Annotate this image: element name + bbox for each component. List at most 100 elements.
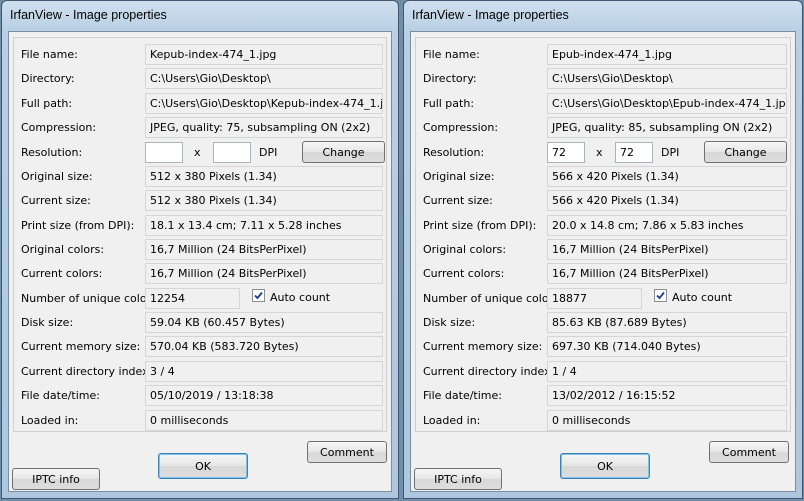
auto-count-label[interactable]: Auto count bbox=[270, 291, 330, 304]
full-path-label: Full path: bbox=[423, 97, 475, 110]
unique-colors-label: Number of unique colors: bbox=[423, 292, 563, 305]
dialog-client: File name: Epub-index-474_1.jpg Director… bbox=[410, 31, 796, 492]
dir-index-value[interactable]: 3 / 4 bbox=[145, 361, 383, 382]
unique-colors-value[interactable]: 18877 bbox=[547, 288, 642, 309]
current-colors-value[interactable]: 16,7 Million (24 BitsPerPixel) bbox=[145, 263, 383, 284]
row-original-size: Original size: 512 x 380 Pixels (1.34) bbox=[14, 166, 386, 188]
resolution-x-input[interactable]: 72 bbox=[547, 142, 585, 163]
original-colors-label: Original colors: bbox=[423, 243, 507, 256]
directory-value[interactable]: C:\Users\Gio\Desktop\ bbox=[145, 68, 383, 89]
current-colors-value[interactable]: 16,7 Million (24 BitsPerPixel) bbox=[547, 263, 787, 284]
dpi-label: DPI bbox=[661, 146, 680, 159]
file-name-value[interactable]: Epub-index-474_1.jpg bbox=[547, 44, 787, 65]
current-size-value[interactable]: 566 x 420 Pixels (1.34) bbox=[547, 190, 787, 211]
memory-size-value[interactable]: 697.30 KB (714.040 Bytes) bbox=[547, 336, 787, 357]
resolution-y-input[interactable] bbox=[213, 142, 251, 163]
original-size-value[interactable]: 566 x 420 Pixels (1.34) bbox=[547, 166, 787, 187]
compression-value[interactable]: JPEG, quality: 85, subsampling ON (2x2) bbox=[547, 117, 787, 138]
row-dir-index: Current directory index: 1 / 4 bbox=[416, 361, 790, 383]
original-colors-value[interactable]: 16,7 Million (24 BitsPerPixel) bbox=[547, 239, 787, 260]
current-colors-label: Current colors: bbox=[21, 267, 103, 280]
print-size-value[interactable]: 20.0 x 14.8 cm; 7.86 x 5.83 inches bbox=[547, 215, 787, 236]
file-date-label: File date/time: bbox=[21, 389, 100, 402]
compression-value[interactable]: JPEG, quality: 75, subsampling ON (2x2) bbox=[145, 117, 383, 138]
print-size-value[interactable]: 18.1 x 13.4 cm; 7.11 x 5.28 inches bbox=[145, 215, 383, 236]
full-path-value[interactable]: C:\Users\Gio\Desktop\Kepub-index-474_1.j… bbox=[145, 93, 383, 114]
row-loaded-in: Loaded in: 0 milliseconds bbox=[14, 410, 386, 432]
iptc-info-button[interactable]: IPTC info bbox=[414, 468, 502, 490]
current-size-value[interactable]: 512 x 380 Pixels (1.34) bbox=[145, 190, 383, 211]
row-original-size: Original size: 566 x 420 Pixels (1.34) bbox=[416, 166, 790, 188]
row-current-size: Current size: 566 x 420 Pixels (1.34) bbox=[416, 190, 790, 212]
title-bar[interactable]: IrfanView - Image properties bbox=[404, 1, 802, 31]
row-print-size: Print size (from DPI): 20.0 x 14.8 cm; 7… bbox=[416, 215, 790, 237]
resolution-x-sep: x bbox=[194, 146, 201, 159]
auto-count-checkbox[interactable] bbox=[252, 289, 265, 302]
resolution-y-input[interactable]: 72 bbox=[615, 142, 653, 163]
row-file-name: File name: Epub-index-474_1.jpg bbox=[416, 44, 790, 66]
disk-size-label: Disk size: bbox=[423, 316, 476, 329]
file-name-value[interactable]: Kepub-index-474_1.jpg bbox=[145, 44, 383, 65]
change-button[interactable]: Change bbox=[704, 141, 787, 163]
row-unique-colors: Number of unique colors: 12254 Auto coun… bbox=[14, 288, 386, 310]
original-colors-value[interactable]: 16,7 Million (24 BitsPerPixel) bbox=[145, 239, 383, 260]
change-button[interactable]: Change bbox=[302, 141, 385, 163]
memory-size-label: Current memory size: bbox=[423, 340, 543, 353]
row-compression: Compression: JPEG, quality: 75, subsampl… bbox=[14, 117, 386, 139]
directory-label: Directory: bbox=[423, 72, 477, 85]
row-disk-size: Disk size: 85.63 KB (87.689 Bytes) bbox=[416, 312, 790, 334]
row-directory: Directory: C:\Users\Gio\Desktop\ bbox=[416, 68, 790, 90]
ok-button[interactable]: OK bbox=[158, 453, 248, 479]
row-file-date: File date/time: 13/02/2012 / 16:15:52 bbox=[416, 385, 790, 407]
row-full-path: Full path: C:\Users\Gio\Desktop\Epub-ind… bbox=[416, 93, 790, 115]
current-size-label: Current size: bbox=[21, 194, 91, 207]
auto-count-checkbox[interactable] bbox=[654, 289, 667, 302]
comment-button[interactable]: Comment bbox=[307, 441, 387, 463]
properties-group: File name: Epub-index-474_1.jpg Director… bbox=[415, 37, 791, 432]
full-path-value[interactable]: C:\Users\Gio\Desktop\Epub-index-474_1.jp… bbox=[547, 93, 787, 114]
original-size-value[interactable]: 512 x 380 Pixels (1.34) bbox=[145, 166, 383, 187]
row-directory: Directory: C:\Users\Gio\Desktop\ bbox=[14, 68, 386, 90]
comment-button[interactable]: Comment bbox=[709, 441, 789, 463]
title-bar[interactable]: IrfanView - Image properties bbox=[2, 1, 398, 31]
loaded-in-value[interactable]: 0 milliseconds bbox=[145, 410, 383, 431]
image-properties-window-left: IrfanView - Image properties File name: … bbox=[1, 0, 399, 499]
row-current-colors: Current colors: 16,7 Million (24 BitsPer… bbox=[416, 263, 790, 285]
disk-size-value[interactable]: 59.04 KB (60.457 Bytes) bbox=[145, 312, 383, 333]
auto-count-label[interactable]: Auto count bbox=[672, 291, 732, 304]
loaded-in-label: Loaded in: bbox=[423, 414, 481, 427]
iptc-info-button[interactable]: IPTC info bbox=[12, 468, 100, 490]
row-dir-index: Current directory index: 3 / 4 bbox=[14, 361, 386, 383]
row-loaded-in: Loaded in: 0 milliseconds bbox=[416, 410, 790, 432]
original-colors-label: Original colors: bbox=[21, 243, 105, 256]
print-size-label: Print size (from DPI): bbox=[21, 219, 135, 232]
resolution-label: Resolution: bbox=[423, 146, 485, 159]
file-date-label: File date/time: bbox=[423, 389, 502, 402]
compression-label: Compression: bbox=[21, 121, 97, 134]
row-resolution: Resolution: x DPI Change bbox=[14, 141, 386, 164]
row-memory-size: Current memory size: 697.30 KB (714.040 … bbox=[416, 336, 790, 358]
file-date-value[interactable]: 05/10/2019 / 13:18:38 bbox=[145, 385, 383, 406]
disk-size-value[interactable]: 85.63 KB (87.689 Bytes) bbox=[547, 312, 787, 333]
image-properties-window-right: IrfanView - Image properties File name: … bbox=[403, 0, 803, 499]
file-name-label: File name: bbox=[21, 48, 78, 61]
checkmark-icon bbox=[656, 291, 665, 300]
dir-index-label: Current directory index: bbox=[21, 365, 153, 378]
ok-button[interactable]: OK bbox=[560, 453, 650, 479]
unique-colors-label: Number of unique colors: bbox=[21, 292, 161, 305]
row-file-name: File name: Kepub-index-474_1.jpg bbox=[14, 44, 386, 66]
file-date-value[interactable]: 13/02/2012 / 16:15:52 bbox=[547, 385, 787, 406]
directory-value[interactable]: C:\Users\Gio\Desktop\ bbox=[547, 68, 787, 89]
resolution-x-input[interactable] bbox=[145, 142, 183, 163]
unique-colors-value[interactable]: 12254 bbox=[145, 288, 240, 309]
properties-group: File name: Kepub-index-474_1.jpg Directo… bbox=[13, 37, 387, 432]
disk-size-label: Disk size: bbox=[21, 316, 74, 329]
row-original-colors: Original colors: 16,7 Million (24 BitsPe… bbox=[416, 239, 790, 261]
row-current-colors: Current colors: 16,7 Million (24 BitsPer… bbox=[14, 263, 386, 285]
dir-index-value[interactable]: 1 / 4 bbox=[547, 361, 787, 382]
resolution-x-sep: x bbox=[596, 146, 603, 159]
loaded-in-value[interactable]: 0 milliseconds bbox=[547, 410, 787, 431]
memory-size-value[interactable]: 570.04 KB (583.720 Bytes) bbox=[145, 336, 383, 357]
row-disk-size: Disk size: 59.04 KB (60.457 Bytes) bbox=[14, 312, 386, 334]
resolution-label: Resolution: bbox=[21, 146, 83, 159]
